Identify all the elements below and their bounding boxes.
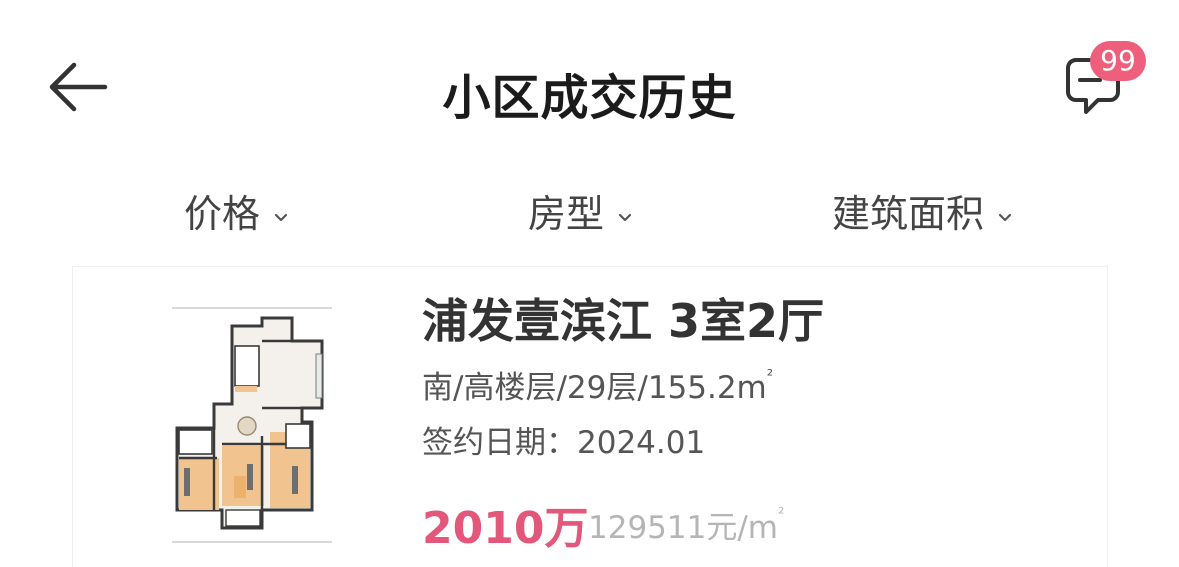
signing-date-value: 2024.01 <box>577 425 706 461</box>
listing-attributes: 南/高楼层/29层/155.2m² <box>422 366 774 406</box>
chevron-down-icon <box>998 188 1012 232</box>
unit-price: 129511元/m² <box>588 502 784 547</box>
floor-plan-image[interactable] <box>162 296 342 550</box>
total-floors: 29层 <box>566 370 638 406</box>
navigation-bar: 小区成交历史 99 <box>0 0 1179 150</box>
area-unit-superscript: ² <box>766 366 774 385</box>
unit-price-value: 129511元/m <box>588 510 778 546</box>
chevron-down-icon <box>274 188 288 232</box>
listing-title[interactable]: 浦发壹滨江 3室2厅 <box>422 285 824 351</box>
filter-price-label: 价格 <box>184 191 261 236</box>
filter-layout[interactable]: 房型 <box>528 178 632 242</box>
orientation: 南 <box>422 370 453 406</box>
building-area: 155.2m <box>647 370 767 406</box>
filter-price[interactable]: 价格 <box>184 178 288 242</box>
filter-bar: 价格 房型 建筑面积 <box>0 178 1179 242</box>
notification-badge: 99 <box>1090 41 1146 81</box>
chevron-down-icon <box>618 188 632 232</box>
floor-level: 高楼层 <box>463 370 557 406</box>
filter-area[interactable]: 建筑面积 <box>832 178 1012 242</box>
total-price: 2010万 <box>422 503 589 554</box>
unit-price-superscript: ² <box>777 504 785 523</box>
filter-area-label: 建筑面积 <box>832 191 985 236</box>
page-title: 小区成交历史 <box>442 70 737 126</box>
signing-date: 签约日期：2024.01 <box>422 417 705 462</box>
signing-date-label: 签约日期： <box>422 425 577 461</box>
filter-layout-label: 房型 <box>528 191 605 236</box>
